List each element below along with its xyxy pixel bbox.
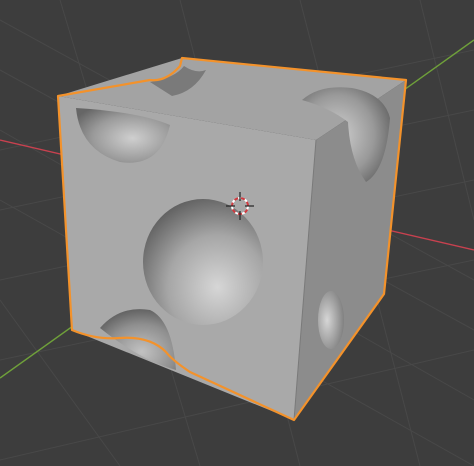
selected-cube-object[interactable] [56,56,408,422]
viewport-canvas[interactable] [0,0,474,466]
cavity-right-lower [318,291,344,349]
3d-viewport[interactable] [0,0,474,466]
cavity-center-front [143,199,263,325]
